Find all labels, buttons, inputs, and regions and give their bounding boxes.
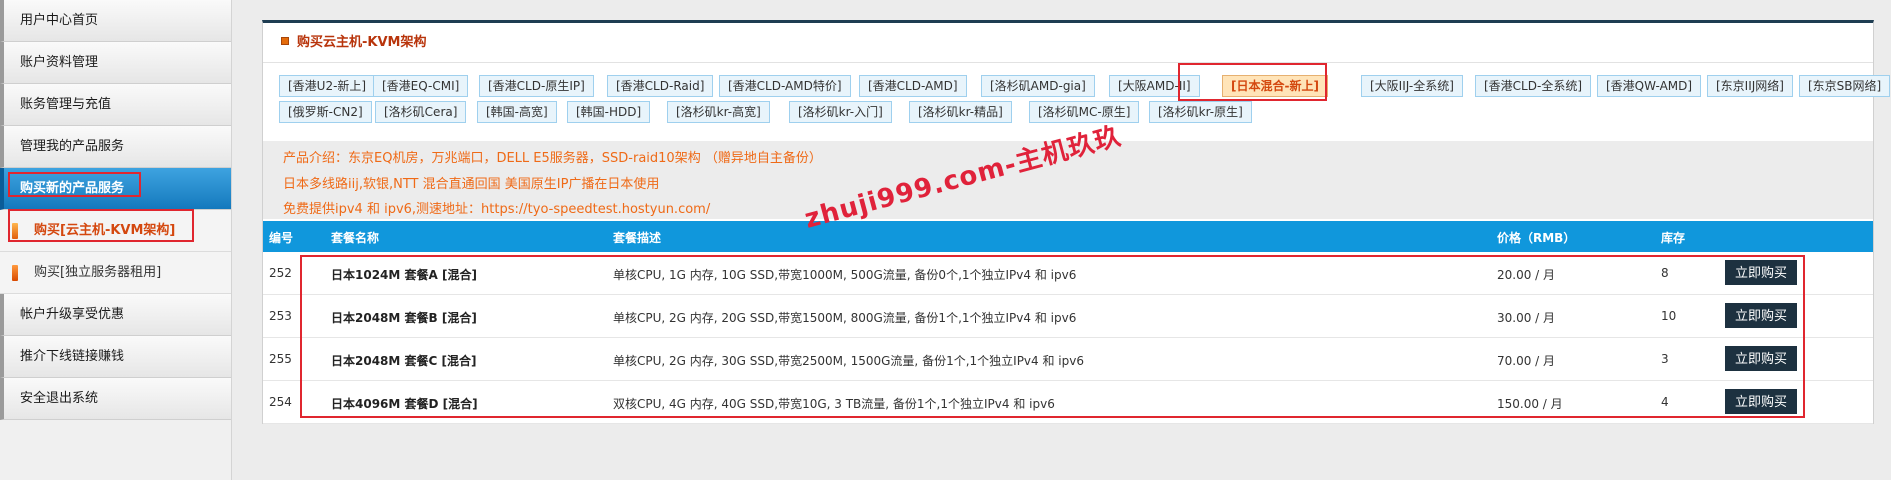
tab-la-cera[interactable]: [洛杉矶Cera]	[375, 101, 467, 123]
col-header-stock: 库存	[1661, 231, 1686, 245]
cell-price: 70.00 / 月	[1497, 354, 1556, 368]
cell-id: 255	[269, 352, 292, 366]
buy-now-button[interactable]: 立即购买	[1725, 346, 1797, 371]
cell-price: 30.00 / 月	[1497, 311, 1556, 325]
sidebar-sub-buy-cloud-kvm[interactable]: 购买[云主机-KVM架构]	[0, 210, 231, 252]
cell-plan-name: 日本4096M 套餐D [混合]	[331, 397, 478, 411]
cell-desc: 双核CPU, 4G 内存, 40G SSD,带宽10G, 3 TB流量, 备份1…	[613, 397, 1055, 411]
tab-hk-cld-all[interactable]: [香港CLD-全系统]	[1475, 75, 1591, 97]
tab-osaka-amd-ii[interactable]: [大阪AMD-II]	[1109, 75, 1200, 97]
tab-hk-u2[interactable]: [香港U2-新上]	[279, 75, 376, 97]
sidebar-item-label: 账户资料管理	[20, 55, 99, 70]
sidebar-item-label: 帐户升级享受优惠	[20, 307, 125, 322]
square-bullet-icon	[281, 37, 289, 45]
tab-hk-qw-amd[interactable]: [香港QW-AMD]	[1597, 75, 1702, 97]
tab-tokyo-sb[interactable]: [东京SB网络]	[1799, 75, 1891, 97]
tab-hk-cld-raid[interactable]: [香港CLD-Raid]	[607, 75, 714, 97]
cell-plan-name: 日本2048M 套餐C [混合]	[331, 354, 477, 368]
tab-la-amd-gia[interactable]: [洛杉矶AMD-gia]	[981, 75, 1095, 97]
table-row: 255 日本2048M 套餐C [混合] 单核CPU, 2G 内存, 30G S…	[263, 338, 1873, 381]
product-info: 产品介绍：东京EQ机房，万兆端口，DELL E5服务器，SSD-raid10架构…	[263, 141, 1873, 219]
col-header-desc: 套餐描述	[613, 231, 662, 245]
buy-now-button[interactable]: 立即购买	[1725, 389, 1797, 414]
cell-desc: 单核CPU, 1G 内存, 10G SSD,带宽1000M, 500G流量, 备…	[613, 268, 1077, 282]
col-header-price: 价格（RMB）	[1497, 231, 1576, 245]
cell-stock: 8	[1661, 266, 1669, 280]
main-panel: 购买云主机-KVM架构 [香港U2-新上] [香港EQ-CMI] [香港CLD-…	[262, 20, 1891, 424]
col-header-id: 编号	[269, 231, 294, 245]
sidebar-item-billing[interactable]: 账务管理与充值	[0, 84, 231, 126]
sidebar-item-label: 购买[云主机-KVM架构]	[34, 223, 176, 238]
tab-osaka-iij-all[interactable]: [大阪IIJ-全系统]	[1361, 75, 1463, 97]
sidebar: 用户中心首页 账户资料管理 账务管理与充值 管理我的产品服务 购买新的产品服务 …	[0, 0, 232, 480]
sidebar-item-label: 管理我的产品服务	[20, 139, 125, 154]
cell-plan-name: 日本1024M 套餐A [混合]	[331, 268, 477, 282]
table-row: 254 日本4096M 套餐D [混合] 双核CPU, 4G 内存, 40G S…	[263, 381, 1873, 424]
panel-header: 购买云主机-KVM架构	[263, 23, 1873, 63]
tab-hk-cld-native-ip[interactable]: [香港CLD-原生IP]	[479, 75, 594, 97]
sidebar-item-label: 购买[独立服务器租用]	[34, 265, 162, 280]
cell-stock: 3	[1661, 352, 1669, 366]
sidebar-sub-buy-dedicated[interactable]: 购买[独立服务器租用]	[0, 252, 231, 294]
page-title: 购买云主机-KVM架构	[297, 35, 427, 50]
info-line-intro: 产品介绍：东京EQ机房，万兆端口，DELL E5服务器，SSD-raid10架构…	[283, 151, 822, 166]
sidebar-item-referral[interactable]: 推介下线链接赚钱	[0, 336, 231, 378]
info-line-speedtest: 免费提供ipv4 和 ipv6,测速地址：https://tyo-speedte…	[283, 202, 711, 217]
tab-korea-high-bw[interactable]: [韩国-高宽]	[477, 101, 557, 123]
sidebar-item-logout[interactable]: 安全退出系统	[0, 378, 231, 420]
col-header-name: 套餐名称	[331, 231, 380, 245]
bullet-icon	[12, 223, 18, 239]
cell-stock: 4	[1661, 395, 1669, 409]
sidebar-item-label: 购买新的产品服务	[20, 181, 125, 196]
cell-stock: 10	[1661, 309, 1677, 323]
cell-price: 150.00 / 月	[1497, 397, 1563, 411]
tab-tokyo-iij[interactable]: [东京IIJ网络]	[1707, 75, 1793, 97]
tab-japan-mixed-new[interactable]: [日本混合-新上]	[1222, 75, 1328, 97]
sidebar-item-home[interactable]: 用户中心首页	[0, 0, 231, 42]
cell-id: 252	[269, 266, 292, 280]
cell-plan-name: 日本2048M 套餐B [混合]	[331, 311, 477, 325]
sidebar-item-manage-products[interactable]: 管理我的产品服务	[0, 126, 231, 168]
cell-desc: 单核CPU, 2G 内存, 30G SSD,带宽2500M, 1500G流量, …	[613, 354, 1084, 368]
tab-korea-hdd[interactable]: [韩国-HDD]	[567, 101, 651, 123]
sidebar-item-label: 账务管理与充值	[20, 97, 112, 112]
tab-hk-eq-cmi[interactable]: [香港EQ-CMI]	[373, 75, 469, 97]
sidebar-item-upgrade[interactable]: 帐户升级享受优惠	[0, 294, 231, 336]
sidebar-item-account-profile[interactable]: 账户资料管理	[0, 42, 231, 84]
tab-la-mc-native[interactable]: [洛杉矶MC-原生]	[1029, 101, 1140, 123]
cell-price: 20.00 / 月	[1497, 268, 1556, 282]
buy-now-button[interactable]: 立即购买	[1725, 303, 1797, 328]
table-header: 编号 套餐名称 套餐描述 价格（RMB） 库存	[263, 221, 1873, 252]
tab-la-kr-high-bw[interactable]: [洛杉矶kr-高宽]	[667, 101, 770, 123]
cell-desc: 单核CPU, 2G 内存, 20G SSD,带宽1500M, 800G流量, 备…	[613, 311, 1077, 325]
sidebar-item-label: 安全退出系统	[20, 391, 99, 406]
info-line-network: 日本多线路iij,软银,NTT 混合直通回国 美国原生IP广播在日本使用	[283, 177, 660, 192]
buy-now-button[interactable]: 立即购买	[1725, 260, 1797, 285]
tab-russia-cn2[interactable]: [俄罗斯-CN2]	[279, 101, 372, 123]
table-row: 253 日本2048M 套餐B [混合] 单核CPU, 2G 内存, 20G S…	[263, 295, 1873, 338]
cell-id: 254	[269, 395, 292, 409]
tab-la-kr-premium[interactable]: [洛杉矶kr-精品]	[909, 101, 1012, 123]
sidebar-item-buy-new[interactable]: 购买新的产品服务	[0, 168, 231, 210]
cell-id: 253	[269, 309, 292, 323]
sidebar-item-label: 用户中心首页	[20, 13, 99, 28]
tab-la-kr-entry[interactable]: [洛杉矶kr-入门]	[789, 101, 892, 123]
tab-la-kr-native[interactable]: [洛杉矶kr-原生]	[1149, 101, 1252, 123]
sidebar-item-label: 推介下线链接赚钱	[20, 349, 125, 364]
bullet-icon	[12, 265, 18, 281]
tab-hk-cld-amd-sale[interactable]: [香港CLD-AMD特价]	[719, 75, 851, 97]
tab-hk-cld-amd[interactable]: [香港CLD-AMD]	[859, 75, 967, 97]
table-row: 252 日本1024M 套餐A [混合] 单核CPU, 1G 内存, 10G S…	[263, 252, 1873, 295]
